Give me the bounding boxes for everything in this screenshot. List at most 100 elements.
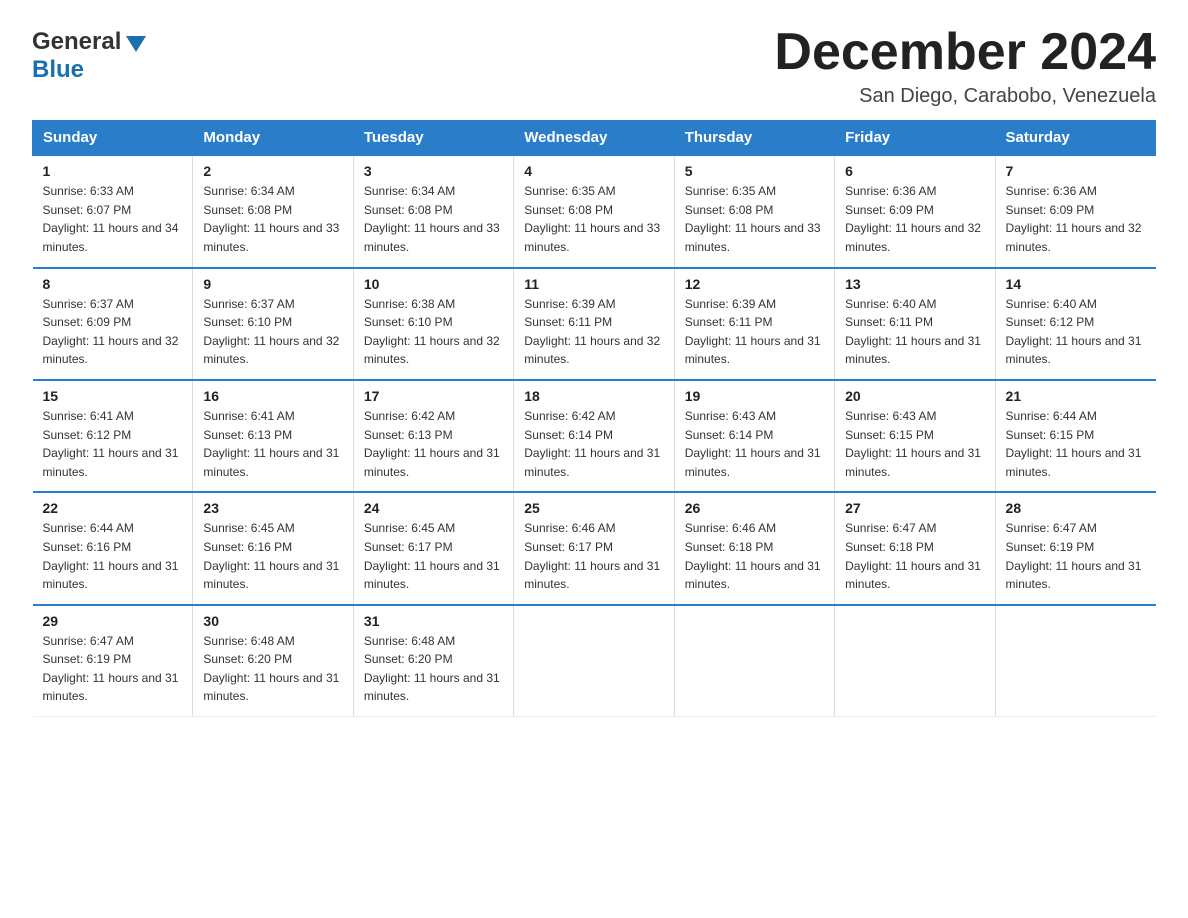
logo-blue-text: Blue [32, 56, 84, 83]
day-cell: 9 Sunrise: 6:37 AMSunset: 6:10 PMDaylight… [193, 268, 353, 380]
day-info: Sunrise: 6:45 AMSunset: 6:17 PMDaylight:… [364, 519, 503, 593]
title-block: December 2024 San Diego, Carabobo, Venez… [774, 24, 1156, 108]
day-number: 19 [685, 388, 824, 404]
logo-triangle-icon [126, 36, 146, 52]
day-info: Sunrise: 6:34 AMSunset: 6:08 PMDaylight:… [364, 182, 503, 256]
day-cell: 20Sunrise: 6:43 AMSunset: 6:15 PMDayligh… [835, 380, 995, 492]
day-cell: 28 Sunrise: 6:47 AMSunset: 6:19 PMDayligh… [995, 492, 1155, 604]
location-title: San Diego, Carabobo, Venezuela [774, 85, 1156, 108]
day-cell: 2Sunrise: 6:34 AMSunset: 6:08 PMDaylight… [193, 155, 353, 267]
day-info: Sunrise: 6:47 AMSunset: 6:18 PMDaylight:… [845, 519, 984, 593]
day-number: 4 [524, 163, 663, 179]
day-number: 24 [364, 500, 503, 516]
day-cell: 17 Sunrise: 6:42 AMSunset: 6:13 PMDayligh… [353, 380, 513, 492]
day-info: Sunrise: 6:43 AMSunset: 6:14 PMDaylight:… [685, 407, 824, 481]
day-cell: 18 Sunrise: 6:42 AMSunset: 6:14 PMDayligh… [514, 380, 674, 492]
day-info: Sunrise: 6:47 AMSunset: 6:19 PMDaylight:… [1006, 519, 1146, 593]
day-number: 17 [364, 388, 503, 404]
day-header-sunday: Sunday [33, 121, 193, 156]
day-cell: 11Sunrise: 6:39 AMSunset: 6:11 PMDayligh… [514, 268, 674, 380]
week-row-4: 22 Sunrise: 6:44 AMSunset: 6:16 PMDayligh… [33, 492, 1156, 604]
day-number: 15 [43, 388, 183, 404]
day-number: 25 [524, 500, 663, 516]
day-number: 6 [845, 163, 984, 179]
day-cell [514, 605, 674, 717]
calendar-table: SundayMondayTuesdayWednesdayThursdayFrid… [32, 120, 1156, 717]
day-cell: 23 Sunrise: 6:45 AMSunset: 6:16 PMDayligh… [193, 492, 353, 604]
day-cell: 26 Sunrise: 6:46 AMSunset: 6:18 PMDayligh… [674, 492, 834, 604]
day-cell: 29Sunrise: 6:47 AMSunset: 6:19 PMDayligh… [33, 605, 193, 717]
day-cell: 1 Sunrise: 6:33 AMSunset: 6:07 PMDaylight… [33, 155, 193, 267]
day-cell: 8Sunrise: 6:37 AMSunset: 6:09 PMDaylight… [33, 268, 193, 380]
day-number: 10 [364, 276, 503, 292]
day-number: 27 [845, 500, 984, 516]
day-info: Sunrise: 6:33 AMSunset: 6:07 PMDaylight:… [43, 182, 183, 256]
day-info: Sunrise: 6:48 AMSunset: 6:20 PMDaylight:… [203, 632, 342, 706]
day-number: 3 [364, 163, 503, 179]
day-info: Sunrise: 6:39 AMSunset: 6:11 PMDaylight:… [685, 295, 824, 369]
day-number: 29 [43, 613, 183, 629]
day-cell: 12 Sunrise: 6:39 AMSunset: 6:11 PMDayligh… [674, 268, 834, 380]
day-cell: 16Sunrise: 6:41 AMSunset: 6:13 PMDayligh… [193, 380, 353, 492]
day-number: 5 [685, 163, 824, 179]
day-cell: 30 Sunrise: 6:48 AMSunset: 6:20 PMDayligh… [193, 605, 353, 717]
week-row-5: 29Sunrise: 6:47 AMSunset: 6:19 PMDayligh… [33, 605, 1156, 717]
day-info: Sunrise: 6:37 AMSunset: 6:10 PMDaylight:… [203, 295, 342, 369]
day-info: Sunrise: 6:42 AMSunset: 6:13 PMDaylight:… [364, 407, 503, 481]
day-number: 20 [845, 388, 984, 404]
day-info: Sunrise: 6:36 AMSunset: 6:09 PMDaylight:… [845, 182, 984, 256]
day-number: 14 [1006, 276, 1146, 292]
day-info: Sunrise: 6:40 AMSunset: 6:12 PMDaylight:… [1006, 295, 1146, 369]
day-info: Sunrise: 6:35 AMSunset: 6:08 PMDaylight:… [524, 182, 663, 256]
day-number: 26 [685, 500, 824, 516]
day-number: 9 [203, 276, 342, 292]
day-cell: 25 Sunrise: 6:46 AMSunset: 6:17 PMDayligh… [514, 492, 674, 604]
day-info: Sunrise: 6:46 AMSunset: 6:17 PMDaylight:… [524, 519, 663, 593]
day-cell: 4 Sunrise: 6:35 AMSunset: 6:08 PMDaylight… [514, 155, 674, 267]
day-info: Sunrise: 6:48 AMSunset: 6:20 PMDaylight:… [364, 632, 503, 706]
day-cell: 19 Sunrise: 6:43 AMSunset: 6:14 PMDayligh… [674, 380, 834, 492]
day-info: Sunrise: 6:41 AMSunset: 6:12 PMDaylight:… [43, 407, 183, 481]
day-header-monday: Monday [193, 121, 353, 156]
day-info: Sunrise: 6:37 AMSunset: 6:09 PMDaylight:… [43, 295, 183, 369]
week-row-1: 1 Sunrise: 6:33 AMSunset: 6:07 PMDaylight… [33, 155, 1156, 267]
day-info: Sunrise: 6:46 AMSunset: 6:18 PMDaylight:… [685, 519, 824, 593]
day-number: 18 [524, 388, 663, 404]
day-info: Sunrise: 6:44 AMSunset: 6:16 PMDaylight:… [43, 519, 183, 593]
day-number: 13 [845, 276, 984, 292]
day-header-thursday: Thursday [674, 121, 834, 156]
day-number: 7 [1006, 163, 1146, 179]
day-header-tuesday: Tuesday [353, 121, 513, 156]
day-number: 23 [203, 500, 342, 516]
day-number: 28 [1006, 500, 1146, 516]
month-title: December 2024 [774, 24, 1156, 81]
day-number: 31 [364, 613, 503, 629]
day-info: Sunrise: 6:36 AMSunset: 6:09 PMDaylight:… [1006, 182, 1146, 256]
day-info: Sunrise: 6:38 AMSunset: 6:10 PMDaylight:… [364, 295, 503, 369]
day-cell [835, 605, 995, 717]
day-number: 11 [524, 276, 663, 292]
day-cell: 6 Sunrise: 6:36 AMSunset: 6:09 PMDaylight… [835, 155, 995, 267]
day-info: Sunrise: 6:34 AMSunset: 6:08 PMDaylight:… [203, 182, 342, 256]
day-number: 1 [43, 163, 183, 179]
day-info: Sunrise: 6:45 AMSunset: 6:16 PMDaylight:… [203, 519, 342, 593]
page-header: General Blue December 2024 San Diego, Ca… [32, 24, 1156, 108]
logo-general-text: General [32, 28, 121, 56]
day-number: 12 [685, 276, 824, 292]
day-header-friday: Friday [835, 121, 995, 156]
logo: General Blue [32, 28, 146, 84]
day-header-saturday: Saturday [995, 121, 1155, 156]
day-info: Sunrise: 6:40 AMSunset: 6:11 PMDaylight:… [845, 295, 984, 369]
day-cell: 21Sunrise: 6:44 AMSunset: 6:15 PMDayligh… [995, 380, 1155, 492]
day-info: Sunrise: 6:35 AMSunset: 6:08 PMDaylight:… [685, 182, 824, 256]
day-number: 22 [43, 500, 183, 516]
day-number: 30 [203, 613, 342, 629]
day-info: Sunrise: 6:44 AMSunset: 6:15 PMDaylight:… [1006, 407, 1146, 481]
day-info: Sunrise: 6:42 AMSunset: 6:14 PMDaylight:… [524, 407, 663, 481]
day-cell: 27 Sunrise: 6:47 AMSunset: 6:18 PMDayligh… [835, 492, 995, 604]
week-row-2: 8Sunrise: 6:37 AMSunset: 6:09 PMDaylight… [33, 268, 1156, 380]
day-cell: 15 Sunrise: 6:41 AMSunset: 6:12 PMDayligh… [33, 380, 193, 492]
day-cell: 14 Sunrise: 6:40 AMSunset: 6:12 PMDayligh… [995, 268, 1155, 380]
days-header-row: SundayMondayTuesdayWednesdayThursdayFrid… [33, 121, 1156, 156]
day-info: Sunrise: 6:41 AMSunset: 6:13 PMDaylight:… [203, 407, 342, 481]
